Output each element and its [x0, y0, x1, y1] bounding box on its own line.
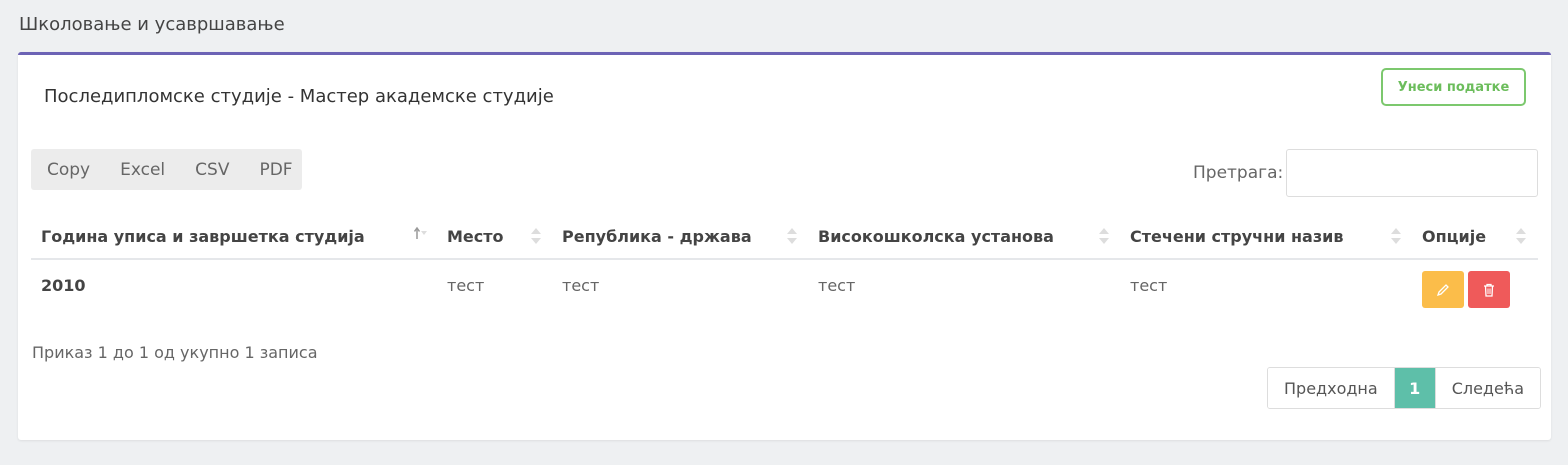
studies-card: Последипломске студије - Мастер академск…: [18, 52, 1551, 440]
sort-icon[interactable]: [1514, 225, 1528, 247]
copy-button[interactable]: Copy: [31, 149, 105, 190]
column-header-institution[interactable]: Високошколска установа: [818, 227, 1054, 246]
column-header-year[interactable]: Година уписа и завршетка студија: [41, 227, 365, 246]
delete-button[interactable]: [1468, 271, 1510, 308]
edit-button[interactable]: [1422, 271, 1464, 308]
page-1-button[interactable]: 1: [1393, 368, 1435, 408]
csv-button[interactable]: CSV: [180, 149, 244, 190]
column-header-title[interactable]: Стечени стручни назив: [1130, 227, 1343, 246]
card-title: Последипломске студије - Мастер академск…: [44, 86, 554, 107]
cell-republic: тест: [562, 276, 600, 295]
pencil-icon: [1436, 283, 1449, 296]
search-input[interactable]: [1286, 149, 1538, 197]
sort-asc-icon[interactable]: [414, 225, 428, 247]
cell-institution: тест: [818, 276, 856, 295]
prev-page-button[interactable]: Предходна: [1268, 368, 1394, 408]
column-header-republic[interactable]: Република - држава: [562, 227, 752, 246]
cell-year: 2010: [41, 276, 86, 295]
sort-icon[interactable]: [1389, 225, 1403, 247]
cell-title: тест: [1130, 276, 1168, 295]
pagination: Предходна 1 Следећа: [1267, 367, 1542, 409]
column-header-options[interactable]: Опције: [1422, 227, 1486, 246]
next-page-button[interactable]: Следећа: [1434, 368, 1541, 408]
enter-data-button[interactable]: Унеси податке: [1381, 68, 1526, 106]
export-button-group: Copy Excel CSV PDF: [31, 149, 302, 190]
excel-button[interactable]: Excel: [105, 149, 180, 190]
section-title: Школовање и усавршавање: [19, 14, 285, 35]
cell-place: тест: [447, 276, 485, 295]
search-label: Претрага:: [1193, 163, 1284, 183]
table-info: Приказ 1 до 1 од укупно 1 записа: [32, 343, 318, 362]
pdf-button[interactable]: PDF: [244, 149, 307, 190]
sort-icon[interactable]: [1097, 225, 1111, 247]
trash-icon: [1484, 283, 1494, 297]
column-header-place[interactable]: Место: [447, 227, 504, 246]
table-header: Година уписа и завршетка студија Место Р…: [31, 215, 1538, 260]
sort-icon[interactable]: [785, 225, 799, 247]
sort-icon[interactable]: [529, 225, 543, 247]
table-row: 2010 тест тест тест тест: [31, 260, 1538, 320]
